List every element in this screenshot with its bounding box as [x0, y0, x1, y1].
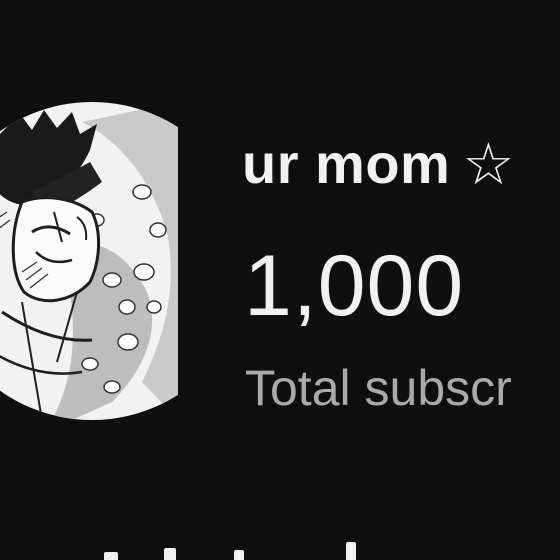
manga-avatar-image: [0, 102, 178, 420]
cropped-text-row: [0, 540, 560, 560]
subscriber-count: 1,000: [244, 238, 465, 334]
star-outline-icon: ☆: [462, 130, 515, 198]
channel-name[interactable]: ur mom ☆: [242, 126, 515, 202]
channel-avatar[interactable]: [0, 102, 178, 420]
channel-name-text: ur mom: [242, 132, 451, 195]
subscriber-count-card: ur mom ☆ 1,000 Total subscr: [0, 0, 560, 560]
subscriber-label: Total subscr: [245, 360, 512, 416]
